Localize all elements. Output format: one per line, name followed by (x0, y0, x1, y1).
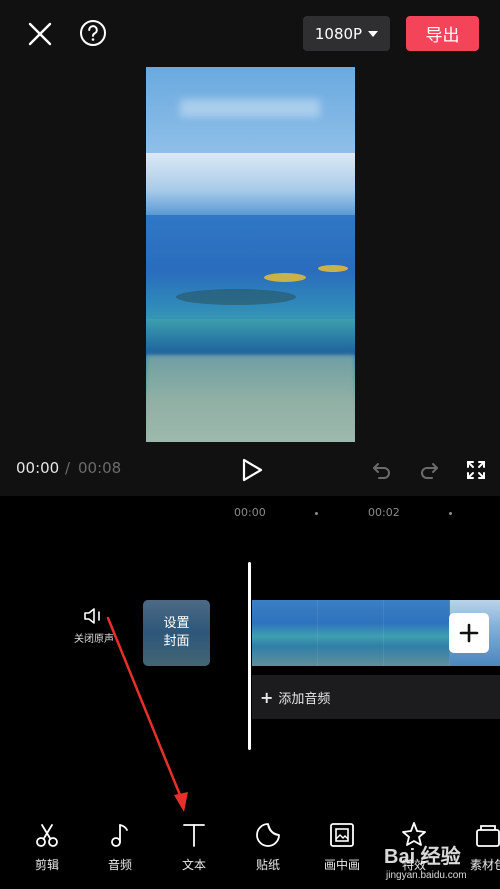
ruler-dot (449, 512, 452, 515)
close-icon[interactable] (26, 20, 54, 48)
cover-label: 设置封面 (163, 616, 190, 649)
watermark-brand: Bai 经验 (384, 846, 461, 868)
time-separator: / (65, 459, 71, 477)
tool-label: 剪辑 (34, 858, 59, 872)
picture-in-picture-icon (330, 823, 354, 847)
set-cover-button[interactable]: 设置封面 (143, 600, 210, 666)
add-audio-label: 添加音频 (278, 691, 331, 707)
sticker-icon (256, 823, 280, 847)
plus-icon: + (260, 687, 274, 707)
ruler-tick: 00:00 (234, 506, 266, 519)
preview-bottom-blur (146, 355, 355, 442)
watermark-url: jingyan.baidu.com (386, 870, 467, 881)
clip-thumbnail (318, 600, 384, 666)
tool-audio[interactable]: 音频 (90, 820, 150, 873)
tool-text[interactable]: 文本 (164, 820, 224, 873)
ruler-tick: 00:02 (368, 506, 400, 519)
play-icon[interactable] (240, 457, 264, 483)
redo-icon[interactable] (418, 459, 440, 481)
mute-original-sound-button[interactable]: 关闭原声 (64, 606, 124, 654)
preview-reef (176, 289, 296, 305)
total-time: 00:08 (78, 459, 122, 477)
tool-edit[interactable]: 剪辑 (17, 820, 77, 873)
fullscreen-icon[interactable] (465, 459, 487, 481)
video-preview[interactable] (146, 67, 355, 442)
clip-thumbnail (384, 600, 450, 666)
tool-picture-in-picture[interactable]: 画中画 (312, 820, 372, 873)
clip-thumbnail (252, 600, 318, 666)
playhead[interactable] (248, 562, 251, 750)
help-icon[interactable] (79, 19, 107, 47)
tool-label: 贴纸 (255, 858, 280, 872)
tool-label: 文本 (181, 858, 206, 872)
preview-island (264, 273, 306, 282)
ruler-dot (315, 512, 318, 515)
add-audio-track[interactable]: + 添加音频 (252, 675, 500, 719)
tool-label: 画中画 (323, 858, 360, 872)
mute-label: 关闭原声 (74, 634, 114, 645)
scissors-icon (36, 824, 58, 847)
tool-label: 音频 (107, 858, 132, 872)
resolution-label: 1080P (314, 24, 363, 43)
baidu-jingyan-watermark: Bai 经验 jingyan.baidu.com (380, 840, 498, 886)
preview-horizon (146, 153, 355, 215)
plus-icon (459, 623, 479, 643)
text-icon (183, 824, 205, 847)
add-clip-button[interactable] (449, 613, 489, 653)
current-time: 00:00 (16, 459, 60, 477)
preview-island-small (318, 265, 348, 272)
tool-sticker[interactable]: 贴纸 (238, 820, 298, 873)
caret-down-icon (368, 30, 379, 37)
export-button[interactable]: 导出 (406, 16, 479, 51)
resolution-dropdown[interactable]: 1080P (303, 16, 390, 51)
music-note-icon (111, 824, 128, 847)
preview-shore (146, 319, 355, 355)
preview-blur-text (180, 99, 320, 117)
undo-icon[interactable] (371, 459, 393, 481)
speaker-icon (84, 608, 100, 624)
